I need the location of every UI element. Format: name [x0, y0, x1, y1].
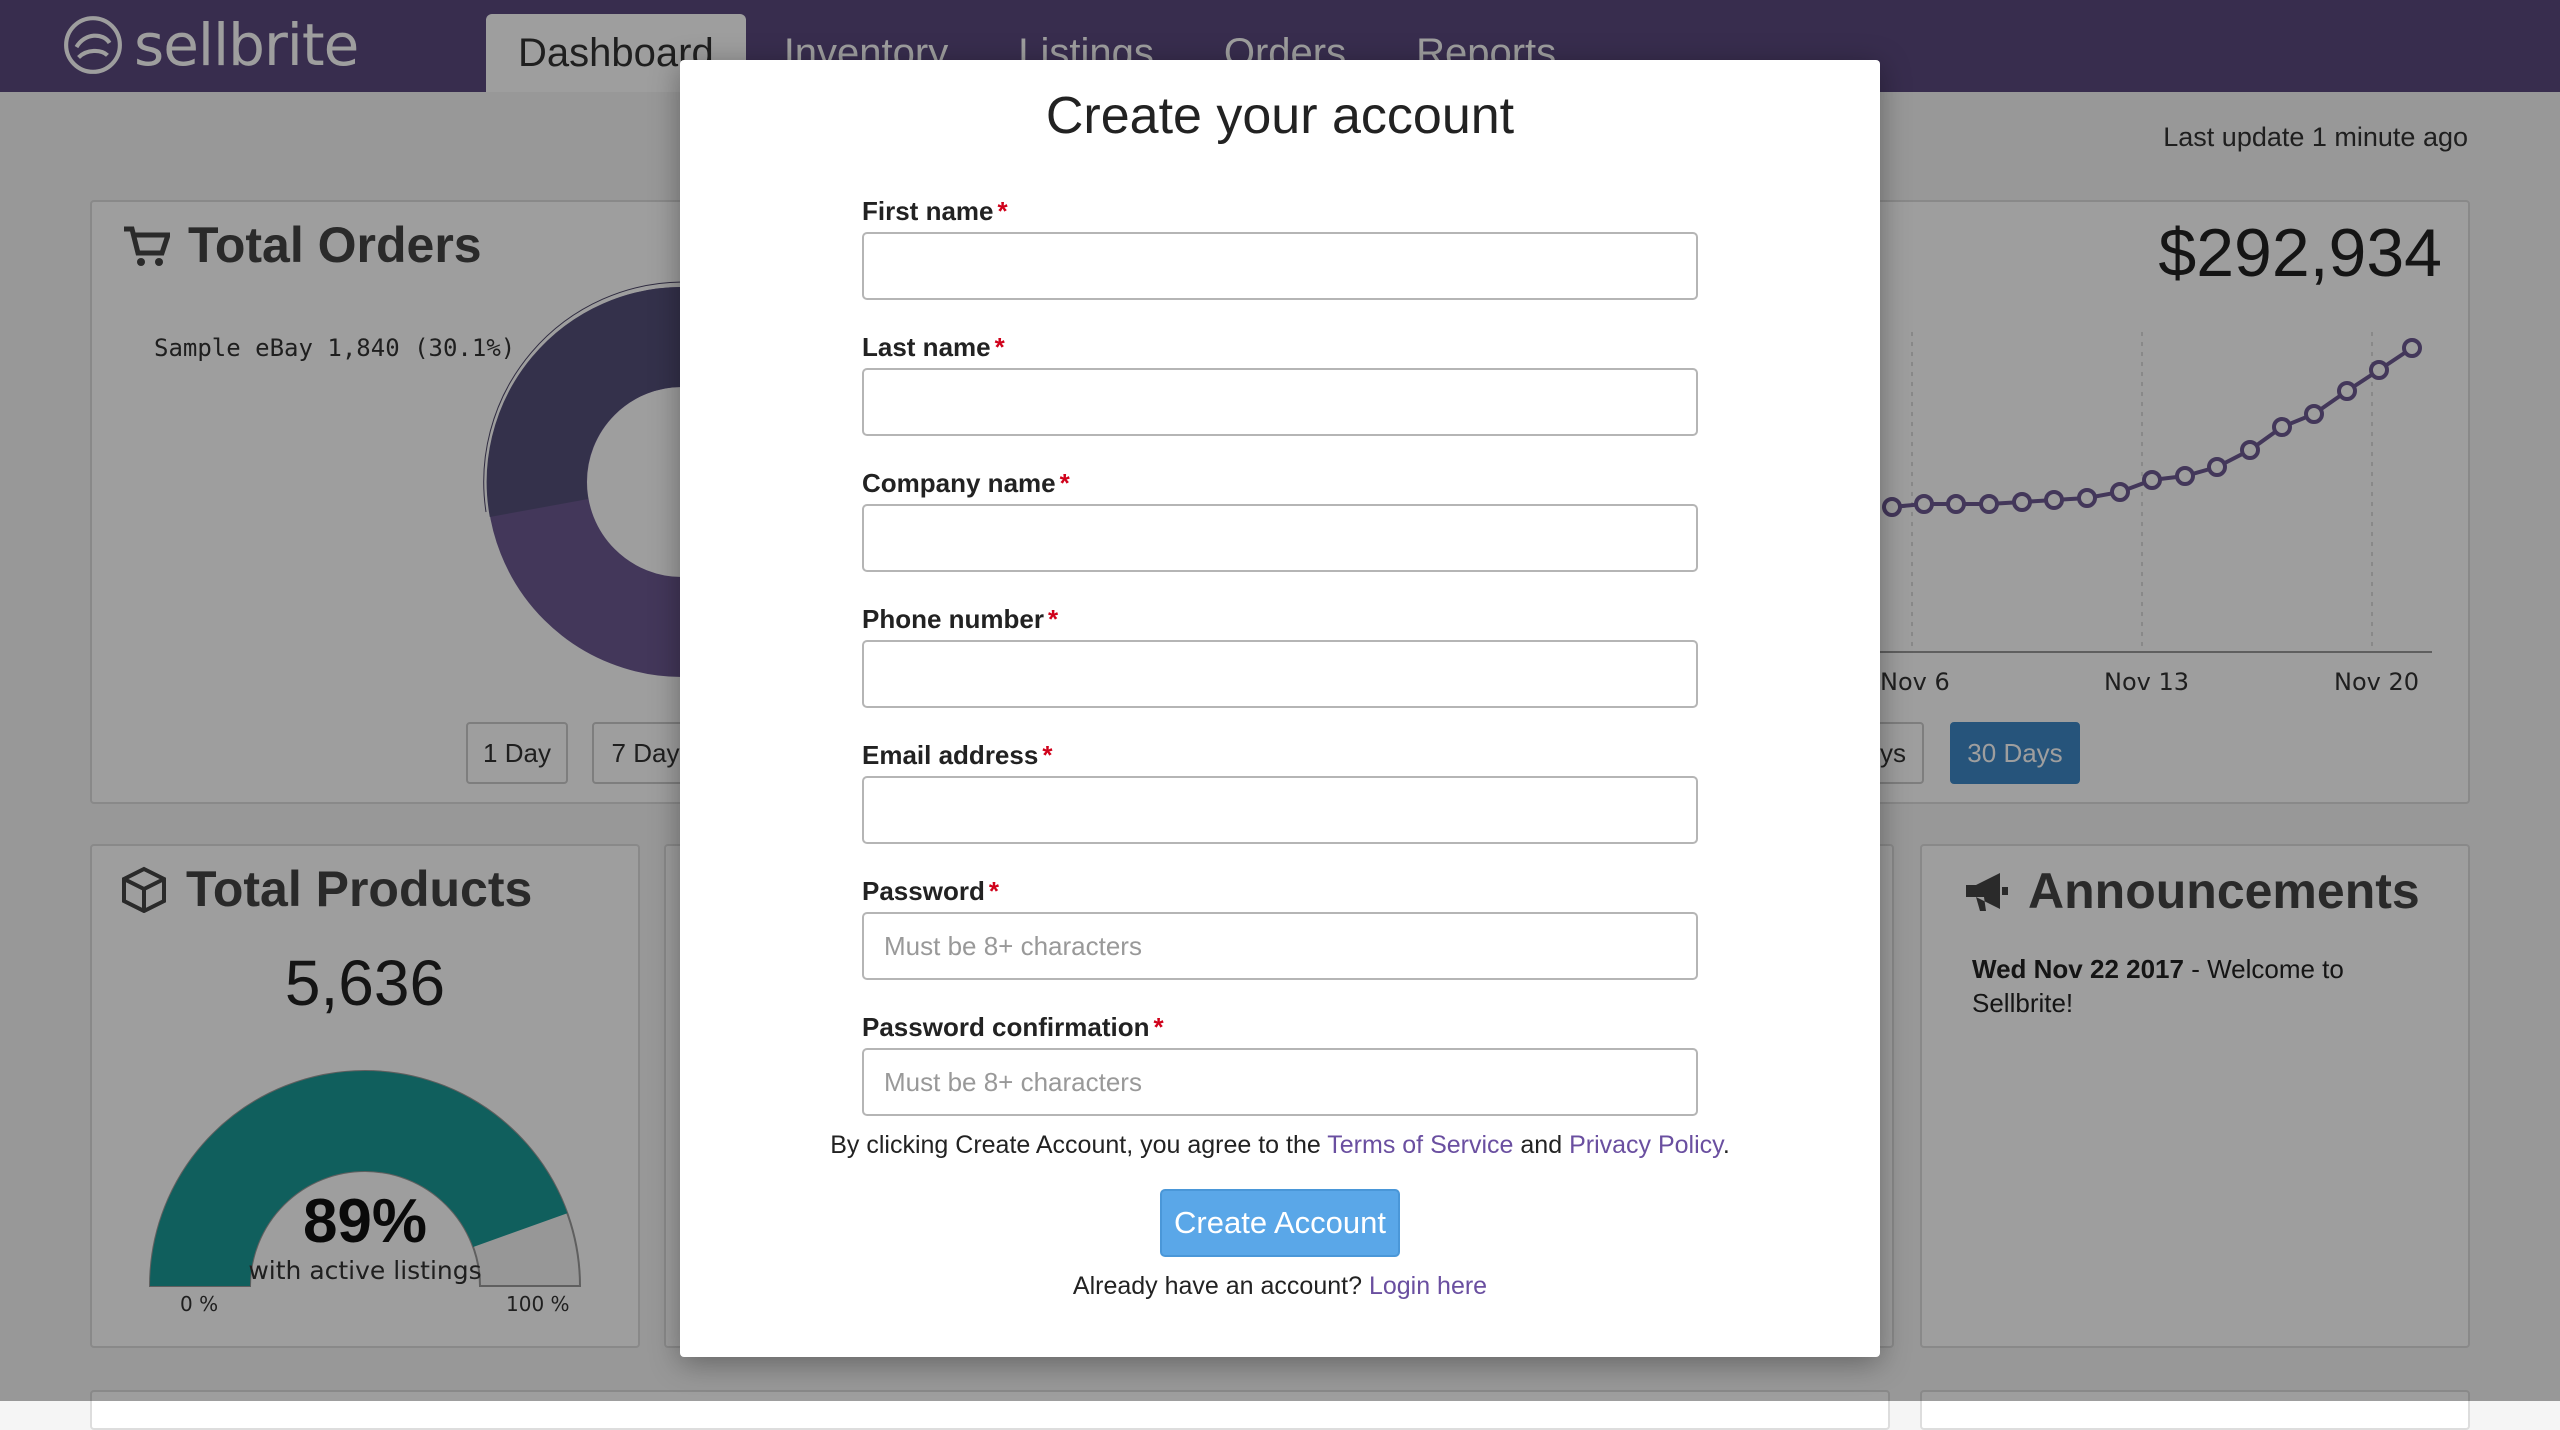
create-account-button[interactable]: Create Account — [1160, 1189, 1400, 1257]
login-here-link[interactable]: Login here — [1369, 1272, 1487, 1300]
modal-title: Create your account — [1045, 87, 1515, 145]
login-prompt: Already have an account? Login here — [1072, 1272, 1488, 1300]
first-name-label: First name * — [862, 196, 1008, 226]
company-name-input[interactable] — [862, 504, 1698, 572]
terms-of-service-link[interactable]: Terms of Service — [1327, 1131, 1513, 1159]
email-address-label: Email address * — [862, 740, 1053, 770]
password-confirmation-label: Password confirmation * — [862, 1012, 1164, 1042]
password-label: Password * — [862, 876, 999, 906]
create-account-modal: Create your account First name * Last nam… — [680, 60, 1880, 1357]
phone-number-input[interactable] — [862, 640, 1698, 708]
email-address-input[interactable] — [862, 776, 1698, 844]
company-name-label: Company name * — [862, 468, 1070, 498]
last-name-label: Last name * — [862, 332, 1005, 362]
privacy-policy-link[interactable]: Privacy Policy — [1569, 1131, 1723, 1159]
terms-agreement-text: By clicking Create Account, you agree to… — [830, 1131, 1730, 1159]
password-input[interactable] — [862, 912, 1698, 980]
last-name-input[interactable] — [862, 368, 1698, 436]
phone-number-label: Phone number * — [862, 604, 1059, 634]
password-confirmation-input[interactable] — [862, 1048, 1698, 1116]
first-name-input[interactable] — [862, 232, 1698, 300]
